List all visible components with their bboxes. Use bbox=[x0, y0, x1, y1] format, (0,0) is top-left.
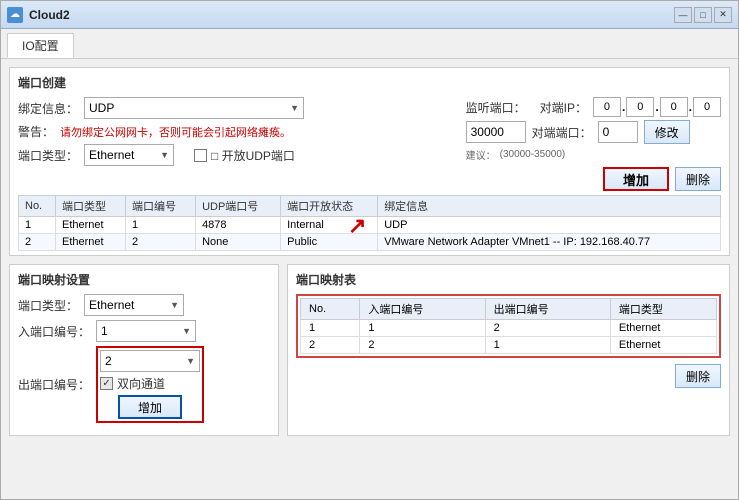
out-port-label: 出端口编号： bbox=[18, 376, 90, 393]
ip-seg-4[interactable]: 0 bbox=[693, 97, 721, 117]
map-cell-in: 2 bbox=[360, 337, 485, 354]
map-cell-out: 2 bbox=[485, 320, 610, 337]
mapping-table-row[interactable]: 1 1 2 Ethernet bbox=[301, 320, 717, 337]
cell-udp: None bbox=[196, 234, 281, 251]
mapping-table-title: 端口映射表 bbox=[296, 271, 721, 288]
map-cell-type: Ethernet bbox=[610, 337, 716, 354]
bind-info-label: 绑定信息： bbox=[18, 100, 78, 117]
ip-seg-3[interactable]: 0 bbox=[660, 97, 688, 117]
map-port-type-label: 端口类型： bbox=[18, 297, 78, 314]
cell-num: 2 bbox=[126, 234, 196, 251]
bidirectional-checkbox[interactable]: ✓ bbox=[100, 377, 113, 390]
warning-label: 警告： bbox=[18, 123, 54, 140]
listen-port-input[interactable]: 30000 bbox=[466, 121, 526, 143]
delete-port-button[interactable]: 删除 bbox=[675, 167, 721, 191]
cell-type: Ethernet bbox=[56, 234, 126, 251]
tab-bar: IO配置 bbox=[1, 29, 738, 59]
opposite-port-input[interactable]: 0 bbox=[598, 121, 638, 143]
in-port-label: 入端口编号： bbox=[18, 323, 90, 340]
port-mapping-settings-section: 端口映射设置 端口类型： Ethernet ▼ 入端口编号： 1 ▼ bbox=[9, 264, 279, 436]
cell-status: Public bbox=[281, 234, 378, 251]
map-cell-no: 2 bbox=[301, 337, 360, 354]
tab-io-config[interactable]: IO配置 bbox=[7, 33, 74, 58]
map-col-out: 出端口编号 bbox=[485, 299, 610, 320]
modify-button[interactable]: 修改 bbox=[644, 120, 690, 144]
port-table-row[interactable]: 2 Ethernet 2 None Public VMware Network … bbox=[19, 234, 721, 251]
mapping-settings-title: 端口映射设置 bbox=[18, 271, 270, 288]
bidirectional-row: ✓ 双向通道 bbox=[100, 375, 200, 392]
map-col-no: No. bbox=[301, 299, 360, 320]
port-type-label: 端口类型： bbox=[18, 147, 78, 164]
udp-port-label: □ 开放UDP端口 bbox=[211, 147, 295, 164]
map-col-type: 端口类型 bbox=[610, 299, 716, 320]
port-table: No. 端口类型 端口编号 UDP端口号 端口开放状态 绑定信息 1 Ether… bbox=[18, 195, 721, 251]
cell-no: 2 bbox=[19, 234, 56, 251]
add-port-button[interactable]: 增加 bbox=[603, 167, 669, 191]
mapping-table-row[interactable]: 2 2 1 Ethernet bbox=[301, 337, 717, 354]
bidirectional-label: 双向通道 bbox=[117, 375, 165, 392]
map-port-type-select[interactable]: Ethernet ▼ bbox=[84, 294, 184, 316]
mapping-table: No. 入端口编号 出端口编号 端口类型 1 1 2 Ethernet 2 2 … bbox=[300, 298, 717, 354]
listen-port-label: 监听端口： bbox=[466, 99, 526, 116]
app-icon: ☁ bbox=[7, 7, 23, 23]
udp-port-checkbox[interactable] bbox=[194, 149, 207, 162]
suggestion-label: 建议： bbox=[466, 147, 496, 162]
port-mapping-table-section: 端口映射表 No. 入端口编号 出端口编号 端口类型 1 bbox=[287, 264, 730, 436]
map-cell-in: 1 bbox=[360, 320, 485, 337]
col-udp: UDP端口号 bbox=[196, 196, 281, 217]
cell-no: 1 bbox=[19, 217, 56, 234]
warning-text: 请勿绑定公网网卡，否则可能会引起网络瘫痪。 bbox=[60, 124, 291, 140]
suggestion-value: (30000-35000) bbox=[500, 149, 566, 160]
col-num: 端口编号 bbox=[126, 196, 196, 217]
port-creation-section: 端口创建 绑定信息： UDP ▼ 警告： 请勿绑定公网网卡，否 bbox=[9, 67, 730, 256]
cell-binding: VMware Network Adapter VMnet1 -- IP: 192… bbox=[378, 234, 721, 251]
port-creation-title: 端口创建 bbox=[18, 74, 721, 91]
main-window: ☁ Cloud2 — □ ✕ IO配置 端口创建 绑定信息： bbox=[0, 0, 739, 500]
opposite-port-label: 对端端口： bbox=[532, 124, 592, 141]
minimize-button[interactable]: — bbox=[674, 7, 692, 23]
ip-seg-2[interactable]: 0 bbox=[626, 97, 654, 117]
map-cell-out: 1 bbox=[485, 337, 610, 354]
delete-mapping-button[interactable]: 删除 bbox=[675, 364, 721, 388]
cell-status: Internal bbox=[281, 217, 378, 234]
add-mapping-button[interactable]: 增加 bbox=[118, 395, 182, 419]
close-button[interactable]: ✕ bbox=[714, 7, 732, 23]
ip-seg-1[interactable]: 0 bbox=[593, 97, 621, 117]
window-controls: — □ ✕ bbox=[674, 7, 732, 23]
map-cell-type: Ethernet bbox=[610, 320, 716, 337]
cell-num: 1 bbox=[126, 217, 196, 234]
cell-udp: 4878 bbox=[196, 217, 281, 234]
map-col-in: 入端口编号 bbox=[360, 299, 485, 320]
opposite-ip-label: 对端IP： bbox=[540, 99, 587, 116]
col-no: No. bbox=[19, 196, 56, 217]
out-port-select[interactable]: 2 ▼ bbox=[100, 350, 200, 372]
cell-type: Ethernet bbox=[56, 217, 126, 234]
in-port-select[interactable]: 1 ▼ bbox=[96, 320, 196, 342]
mapping-table-wrapper: No. 入端口编号 出端口编号 端口类型 1 1 2 Ethernet 2 2 … bbox=[296, 294, 721, 358]
window-title: Cloud2 bbox=[29, 8, 70, 22]
maximize-button[interactable]: □ bbox=[694, 7, 712, 23]
col-status: 端口开放状态 bbox=[281, 196, 378, 217]
map-cell-no: 1 bbox=[301, 320, 360, 337]
udp-port-checkbox-row: □ 开放UDP端口 bbox=[194, 147, 295, 164]
port-table-row[interactable]: 1 Ethernet 1 4878 Internal UDP bbox=[19, 217, 721, 234]
cell-binding: UDP bbox=[378, 217, 721, 234]
main-content: 端口创建 绑定信息： UDP ▼ 警告： 请勿绑定公网网卡，否 bbox=[1, 59, 738, 499]
title-bar: ☁ Cloud2 — □ ✕ bbox=[1, 1, 738, 29]
col-type: 端口类型 bbox=[56, 196, 126, 217]
col-binding: 绑定信息 bbox=[378, 196, 721, 217]
port-type-select[interactable]: Ethernet ▼ bbox=[84, 144, 174, 166]
bottom-sections: 端口映射设置 端口类型： Ethernet ▼ 入端口编号： 1 ▼ bbox=[9, 264, 730, 444]
bind-info-select[interactable]: UDP ▼ bbox=[84, 97, 304, 119]
